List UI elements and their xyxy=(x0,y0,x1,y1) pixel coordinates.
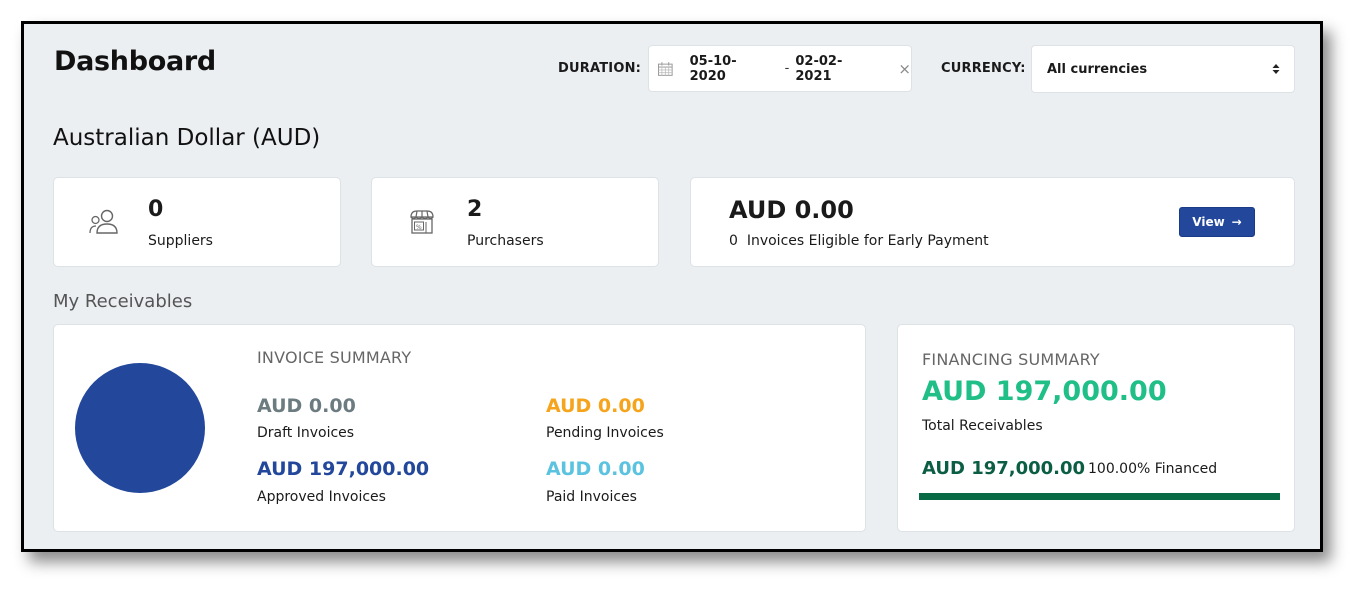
draft-amount: AUD 0.00 xyxy=(257,395,356,417)
date-from-input[interactable]: 05-10-2020 xyxy=(690,54,771,84)
page-title: Dashboard xyxy=(54,46,216,77)
svg-text:%: % xyxy=(416,224,422,231)
pending-label: Pending Invoices xyxy=(546,425,664,441)
approved-label: Approved Invoices xyxy=(257,489,386,505)
total-receivables-amount: AUD 197,000.00 xyxy=(922,376,1167,407)
financed-amount: AUD 197,000.00 xyxy=(922,458,1086,479)
date-separator: - xyxy=(784,61,790,76)
suppliers-card[interactable]: 0 Suppliers xyxy=(53,177,341,267)
select-arrows-icon xyxy=(1272,64,1280,74)
early-payment-count: 0 xyxy=(729,233,738,249)
early-payment-amount: AUD 0.00 xyxy=(729,196,854,224)
duration-label: DURATION: xyxy=(558,61,642,76)
store-icon: % xyxy=(410,210,434,234)
calendar-icon xyxy=(658,61,673,76)
pie-slice-approved-invoices xyxy=(75,363,205,493)
purchasers-count: 2 xyxy=(467,197,483,222)
clear-date-icon[interactable]: × xyxy=(898,60,911,78)
suppliers-count: 0 xyxy=(148,197,164,222)
view-button[interactable]: View → xyxy=(1179,207,1255,237)
date-range-picker[interactable]: 05-10-2020 - 02-02-2021 × xyxy=(648,45,912,92)
financing-summary-title: FINANCING SUMMARY xyxy=(922,350,1100,369)
currency-select[interactable]: All currencies xyxy=(1031,45,1295,93)
financing-summary-card: FINANCING SUMMARY AUD 197,000.00 Total R… xyxy=(897,324,1295,532)
financed-progress-bar xyxy=(919,493,1280,500)
purchasers-label: Purchasers xyxy=(467,233,544,249)
early-payment-description: 0 Invoices Eligible for Early Payment xyxy=(729,233,989,249)
users-icon xyxy=(89,209,118,234)
invoice-summary-title: INVOICE SUMMARY xyxy=(257,348,412,367)
suppliers-label: Suppliers xyxy=(148,233,213,249)
arrow-right-icon: → xyxy=(1231,215,1242,229)
paid-amount: AUD 0.00 xyxy=(546,458,645,480)
receivables-title: My Receivables xyxy=(53,291,193,312)
date-to-input[interactable]: 02-02-2021 xyxy=(795,54,876,84)
currency-selected-value: All currencies xyxy=(1047,61,1148,77)
currency-label: CURRENCY: xyxy=(941,61,1026,76)
invoice-pie-chart xyxy=(75,363,205,493)
early-payment-label: Invoices Eligible for Early Payment xyxy=(746,233,989,249)
currency-section-title: Australian Dollar (AUD) xyxy=(53,125,321,151)
early-payment-card: AUD 0.00 0 Invoices Eligible for Early P… xyxy=(690,177,1295,267)
view-button-label: View xyxy=(1192,215,1225,229)
pending-amount: AUD 0.00 xyxy=(546,395,645,417)
draft-label: Draft Invoices xyxy=(257,425,355,441)
purchasers-card[interactable]: % 2 Purchasers xyxy=(371,177,659,267)
dashboard-window: Dashboard DURATION: 05-10-2020 - 02-02-2… xyxy=(21,21,1323,552)
financed-percent: 100.00% Financed xyxy=(1088,461,1218,477)
paid-label: Paid Invoices xyxy=(546,489,637,505)
financed-progress-fill xyxy=(919,493,1280,500)
total-receivables-label: Total Receivables xyxy=(922,418,1043,434)
invoice-summary-card: INVOICE SUMMARY AUD 0.00 Draft Invoices … xyxy=(53,324,866,532)
approved-amount: AUD 197,000.00 xyxy=(257,458,430,480)
